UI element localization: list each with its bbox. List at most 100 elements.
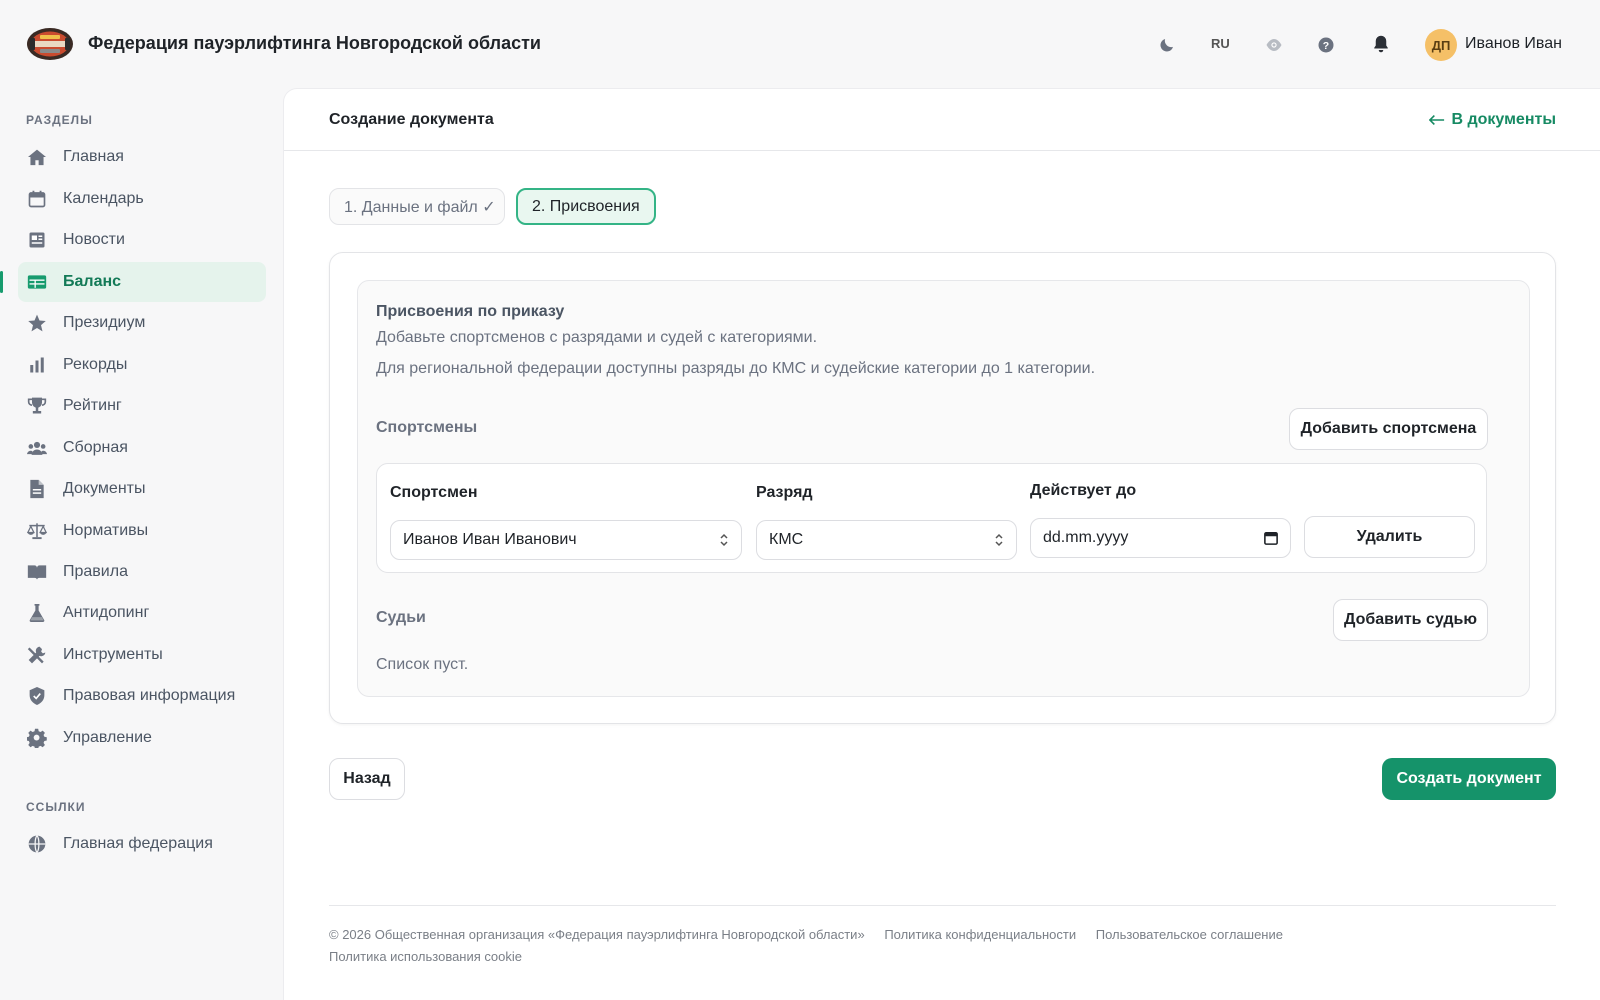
- sidebar-item-label: Правила: [63, 563, 128, 580]
- sections-title: РАЗДЕЛЫ: [26, 113, 93, 127]
- select-arrows-icon: [719, 532, 729, 553]
- sidebar-item-label: Документы: [63, 480, 146, 497]
- privacy-policy-link[interactable]: Политика конфиденциальности: [884, 927, 1076, 942]
- cookie-policy-link[interactable]: Политика использования cookie: [329, 949, 522, 964]
- user-agreement-link[interactable]: Пользовательское соглашение: [1096, 927, 1283, 942]
- scales-icon: [27, 521, 47, 541]
- sidebar: РАЗДЕЛЫ Главная Календарь Новости Баланс…: [0, 88, 283, 1000]
- sidebar-item-rating[interactable]: Рейтинг: [18, 386, 266, 426]
- site-title[interactable]: Федерация пауэрлифтинга Новгородской обл…: [88, 33, 541, 54]
- bell-icon[interactable]: [1370, 33, 1392, 55]
- create-document-button[interactable]: Создать документ: [1382, 758, 1556, 800]
- sidebar-item-standards[interactable]: Нормативы: [18, 511, 266, 551]
- sidebar-item-label: Календарь: [63, 190, 144, 207]
- sidebar-item-label: Правовая информация: [63, 687, 236, 704]
- rank-select-value: КМС: [769, 531, 804, 548]
- team-icon: [27, 438, 47, 458]
- sidebar-item-label: Новости: [63, 231, 125, 248]
- eye-icon[interactable]: [1263, 34, 1285, 56]
- sidebar-item-label: Главная: [63, 148, 124, 165]
- language-switch[interactable]: RU: [1211, 36, 1230, 51]
- rank-select[interactable]: КМС: [756, 520, 1017, 560]
- sidebar-item-documents[interactable]: Документы: [18, 469, 266, 509]
- add-athlete-button[interactable]: Добавить спортсмена: [1289, 408, 1488, 450]
- card-note: Для региональной федерации доступны разр…: [376, 360, 1096, 377]
- back-button[interactable]: Назад: [329, 758, 405, 800]
- document-icon: [27, 479, 47, 499]
- sidebar-item-label: Антидопинг: [63, 604, 150, 621]
- sidebar-item-calendar[interactable]: Календарь: [18, 179, 266, 219]
- step-assignments[interactable]: 2. Присвоения: [516, 188, 656, 225]
- arrow-left-icon: [1429, 114, 1445, 126]
- sidebar-item-antidoping[interactable]: Антидопинг: [18, 593, 266, 633]
- card-description: Добавьте спортсменов с разрядами и судей…: [376, 329, 818, 346]
- sidebar-item-legal-info[interactable]: Правовая информация: [18, 676, 266, 716]
- table-icon: [27, 272, 47, 292]
- assignments-inner-card: Присвоения по приказу Добавьте спортсмен…: [357, 280, 1530, 697]
- footer: © 2026 Общественная организация «Федерац…: [329, 927, 1299, 942]
- sidebar-item-team[interactable]: Сборная: [18, 428, 266, 468]
- active-indicator: [0, 271, 3, 293]
- globe-icon: [27, 834, 47, 854]
- user-name[interactable]: Иванов Иван: [1465, 35, 1562, 53]
- gear-icon: [27, 728, 47, 748]
- sidebar-item-label: Рекорды: [63, 356, 128, 373]
- moon-icon[interactable]: [1156, 34, 1178, 56]
- assignments-card: Присвоения по приказу Добавьте спортсмен…: [329, 252, 1556, 724]
- back-to-documents-link[interactable]: В документы: [1429, 111, 1556, 129]
- sidebar-item-label: Сборная: [63, 439, 128, 456]
- date-input-placeholder: dd.mm.yyyy: [1043, 529, 1129, 546]
- trophy-icon: [27, 396, 47, 416]
- valid-until-label: Действует до: [1030, 482, 1137, 499]
- sidebar-item-label: Управление: [63, 729, 152, 746]
- tools-icon: [27, 645, 47, 665]
- add-judge-button[interactable]: Добавить судью: [1333, 599, 1488, 641]
- federation-logo[interactable]: [26, 27, 74, 61]
- flask-icon: [27, 603, 47, 623]
- sidebar-item-label: Рейтинг: [63, 397, 122, 414]
- star-icon: [27, 313, 47, 333]
- footer-divider: [329, 905, 1556, 906]
- sidebar-item-balance[interactable]: Баланс: [18, 262, 266, 302]
- main-panel: Создание документа В документы 1. Данные…: [283, 88, 1600, 1000]
- sidebar-item-presidium[interactable]: Президиум: [18, 303, 266, 343]
- bar-chart-icon: [27, 355, 47, 375]
- sidebar-item-rules[interactable]: Правила: [18, 552, 266, 592]
- avatar[interactable]: ДП: [1425, 29, 1457, 61]
- page-title: Создание документа: [329, 111, 494, 128]
- athlete-label: Спортсмен: [390, 484, 478, 501]
- delete-athlete-button[interactable]: Удалить: [1304, 516, 1475, 558]
- rank-label: Разряд: [756, 484, 813, 501]
- sidebar-link-main-federation[interactable]: Главная федерация: [18, 824, 266, 864]
- sidebar-link-label: Главная федерация: [63, 835, 213, 852]
- calendar-icon[interactable]: [1264, 531, 1278, 550]
- book-icon: [27, 562, 47, 582]
- sidebar-item-label: Баланс: [63, 273, 122, 290]
- card-title: Присвоения по приказу: [376, 303, 565, 320]
- sidebar-item-label: Нормативы: [63, 522, 149, 539]
- back-link-label: В документы: [1451, 111, 1556, 128]
- judges-heading: Судьи: [376, 609, 426, 626]
- sidebar-item-label: Инструменты: [63, 646, 163, 663]
- news-icon: [27, 230, 47, 250]
- help-icon[interactable]: ?: [1315, 34, 1337, 56]
- valid-until-date-input[interactable]: dd.mm.yyyy: [1030, 518, 1291, 558]
- sidebar-item-home[interactable]: Главная: [18, 137, 266, 177]
- athlete-row: Спортсмен Иванов Иван Иванович Разряд КМ…: [376, 463, 1487, 573]
- links-title: ССЫЛКИ: [26, 800, 86, 814]
- svg-text:?: ?: [1323, 40, 1329, 52]
- athlete-select-value: Иванов Иван Иванович: [403, 531, 577, 548]
- step-data-and-file[interactable]: 1. Данные и файл ✓: [329, 188, 505, 225]
- athletes-heading: Спортсмены: [376, 419, 478, 436]
- sidebar-item-news[interactable]: Новости: [18, 220, 266, 260]
- sidebar-item-management[interactable]: Управление: [18, 718, 266, 758]
- sidebar-item-records[interactable]: Рекорды: [18, 345, 266, 385]
- shield-icon: [27, 686, 47, 706]
- page-header: Создание документа В документы: [284, 89, 1600, 151]
- select-arrows-icon: [994, 532, 1004, 553]
- top-bar: Федерация пауэрлифтинга Новгородской обл…: [0, 0, 1600, 88]
- athlete-select[interactable]: Иванов Иван Иванович: [390, 520, 742, 560]
- sidebar-item-label: Президиум: [63, 314, 146, 331]
- home-icon: [27, 147, 47, 167]
- sidebar-item-tools[interactable]: Инструменты: [18, 635, 266, 675]
